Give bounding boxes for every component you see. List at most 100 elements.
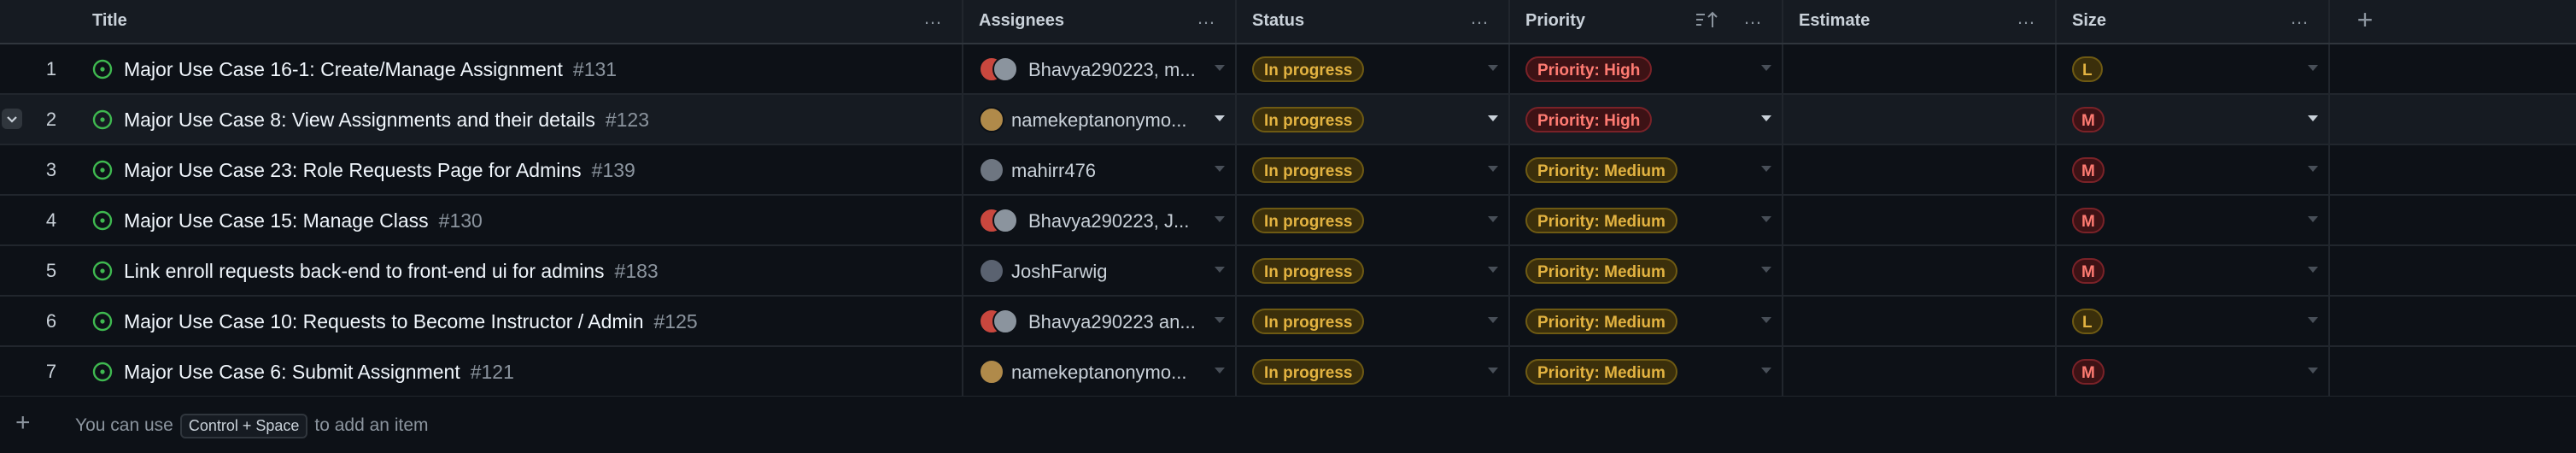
column-header-title[interactable]: Title … [0, 0, 963, 43]
chevron-down-icon[interactable] [1761, 65, 1771, 71]
column-header-estimate[interactable]: Estimate … [1783, 0, 2057, 43]
issue-title[interactable]: Major Use Case 8: View Assignments and t… [124, 109, 595, 131]
chevron-down-icon[interactable] [1488, 317, 1498, 323]
status-cell[interactable]: In progress [1237, 347, 1510, 396]
size-cell[interactable]: M [2057, 347, 2330, 396]
chevron-down-icon[interactable] [1215, 368, 1225, 374]
priority-cell[interactable]: Priority: Medium [1510, 297, 1783, 345]
table-row[interactable]: 3 Major Use Case 23: Role Requests Page … [0, 145, 2576, 196]
column-header-status[interactable]: Status … [1237, 0, 1510, 43]
status-cell[interactable]: In progress [1237, 95, 1510, 144]
chevron-down-icon[interactable] [2308, 65, 2318, 71]
issue-number[interactable]: #125 [654, 310, 698, 332]
table-row[interactable]: 4 Major Use Case 15: Manage Class #130 Bh… [0, 196, 2576, 246]
chevron-down-icon[interactable] [2308, 267, 2318, 273]
issue-number[interactable]: #123 [606, 109, 649, 131]
priority-cell[interactable]: Priority: Medium [1510, 145, 1783, 194]
assignees-cell[interactable]: namekeptanonymo... [963, 347, 1237, 396]
sort-ascending-icon[interactable] [1695, 10, 1720, 29]
size-cell[interactable]: M [2057, 196, 2330, 244]
chevron-down-icon[interactable] [1215, 216, 1225, 222]
priority-cell[interactable]: Priority: High [1510, 44, 1783, 93]
priority-cell[interactable]: Priority: Medium [1510, 246, 1783, 295]
column-menu-icon[interactable]: … [2290, 9, 2310, 27]
table-row[interactable]: 1 Major Use Case 16-1: Create/Manage Ass… [0, 44, 2576, 95]
table-row[interactable]: 7 Major Use Case 6: Submit Assignment #12… [0, 347, 2576, 397]
size-cell[interactable]: M [2057, 145, 2330, 194]
chevron-down-icon[interactable] [1761, 368, 1771, 374]
column-menu-icon[interactable]: … [1197, 9, 1216, 27]
chevron-down-icon[interactable] [1488, 65, 1498, 71]
chevron-down-icon[interactable] [1488, 267, 1498, 273]
chevron-down-icon[interactable] [1488, 166, 1498, 172]
column-menu-icon[interactable]: … [923, 9, 943, 27]
chevron-down-icon[interactable] [1215, 267, 1225, 273]
add-item-row[interactable]: + You can use Control + Space to add an it… [0, 397, 2576, 453]
size-cell[interactable]: M [2057, 246, 2330, 295]
issue-title[interactable]: Link enroll requests back-end to front-e… [124, 260, 605, 282]
chevron-down-icon[interactable] [1761, 166, 1771, 172]
assignees-cell[interactable]: mahirr476 [963, 145, 1237, 194]
issue-number[interactable]: #121 [471, 361, 514, 383]
assignees-cell[interactable]: namekeptanonymo... [963, 95, 1237, 144]
issue-title-link[interactable]: Link enroll requests back-end to front-e… [124, 260, 659, 283]
assignees-cell[interactable]: JoshFarwig [963, 246, 1237, 295]
chevron-down-icon[interactable] [2308, 317, 2318, 323]
priority-cell[interactable]: Priority: Medium [1510, 347, 1783, 396]
issue-number[interactable]: #183 [615, 260, 659, 282]
assignees-cell[interactable]: Bhavya290223, J... [963, 196, 1237, 244]
chevron-down-icon[interactable] [2308, 166, 2318, 172]
column-header-assignees[interactable]: Assignees … [963, 0, 1237, 43]
estimate-cell[interactable] [1783, 297, 2057, 345]
chevron-down-icon[interactable] [1488, 115, 1498, 121]
plus-icon[interactable]: + [15, 410, 31, 436]
title-cell[interactable]: 7 Major Use Case 6: Submit Assignment #12… [0, 347, 963, 396]
chevron-down-icon[interactable] [1215, 65, 1225, 71]
table-row[interactable]: 6 Major Use Case 10: Requests to Become … [0, 297, 2576, 347]
column-header-size[interactable]: Size … [2057, 0, 2330, 43]
chevron-down-icon[interactable] [2308, 115, 2318, 121]
assignees-cell[interactable]: Bhavya290223 an... [963, 297, 1237, 345]
estimate-cell[interactable] [1783, 44, 2057, 93]
column-menu-icon[interactable]: … [1470, 9, 1490, 27]
issue-number[interactable]: #131 [573, 58, 617, 80]
issue-number[interactable]: #130 [439, 209, 483, 232]
add-field-icon[interactable]: + [2351, 5, 2380, 34]
chevron-down-icon[interactable] [2308, 216, 2318, 222]
chevron-down-icon[interactable] [1761, 216, 1771, 222]
issue-title-link[interactable]: Major Use Case 16-1: Create/Manage Assig… [124, 58, 617, 81]
chevron-down-icon[interactable] [2308, 368, 2318, 374]
chevron-down-icon[interactable] [2, 109, 22, 129]
title-cell[interactable]: 5 Link enroll requests back-end to front… [0, 246, 963, 295]
assignees-cell[interactable]: Bhavya290223, m... [963, 44, 1237, 93]
issue-title[interactable]: Major Use Case 23: Role Requests Page fo… [124, 159, 582, 181]
title-cell[interactable]: 2 Major Use Case 8: View Assignments and… [0, 95, 963, 144]
chevron-down-icon[interactable] [1488, 216, 1498, 222]
column-header-priority[interactable]: Priority … [1510, 0, 1783, 43]
issue-title[interactable]: Major Use Case 6: Submit Assignment [124, 361, 460, 383]
estimate-cell[interactable] [1783, 95, 2057, 144]
status-cell[interactable]: In progress [1237, 246, 1510, 295]
issue-title-link[interactable]: Major Use Case 8: View Assignments and t… [124, 109, 649, 132]
status-cell[interactable]: In progress [1237, 145, 1510, 194]
issue-title[interactable]: Major Use Case 10: Requests to Become In… [124, 310, 644, 332]
estimate-cell[interactable] [1783, 145, 2057, 194]
column-menu-icon[interactable]: … [1743, 9, 1763, 27]
status-cell[interactable]: In progress [1237, 44, 1510, 93]
chevron-down-icon[interactable] [1215, 115, 1225, 121]
priority-cell[interactable]: Priority: High [1510, 95, 1783, 144]
issue-title-link[interactable]: Major Use Case 23: Role Requests Page fo… [124, 159, 635, 182]
table-row[interactable]: 5 Link enroll requests back-end to front… [0, 246, 2576, 297]
issue-number[interactable]: #139 [592, 159, 635, 181]
size-cell[interactable]: M [2057, 95, 2330, 144]
title-cell[interactable]: 4 Major Use Case 15: Manage Class #130 [0, 196, 963, 244]
chevron-down-icon[interactable] [1215, 317, 1225, 323]
size-cell[interactable]: L [2057, 44, 2330, 93]
size-cell[interactable]: L [2057, 297, 2330, 345]
title-cell[interactable]: 3 Major Use Case 23: Role Requests Page … [0, 145, 963, 194]
estimate-cell[interactable] [1783, 246, 2057, 295]
issue-title[interactable]: Major Use Case 16-1: Create/Manage Assig… [124, 58, 563, 80]
estimate-cell[interactable] [1783, 347, 2057, 396]
table-row[interactable]: 2 Major Use Case 8: View Assignments and… [0, 95, 2576, 145]
title-cell[interactable]: 6 Major Use Case 10: Requests to Become … [0, 297, 963, 345]
